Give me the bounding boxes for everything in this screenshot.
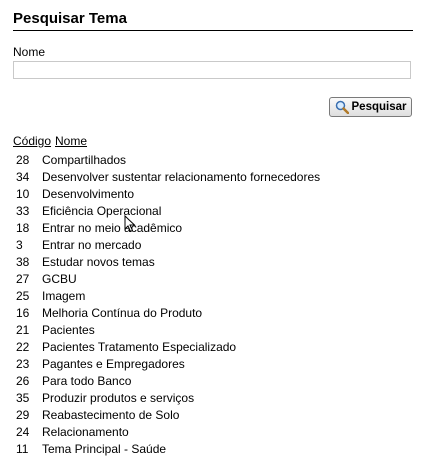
row-name[interactable]: GCBU [42,271,77,288]
row-name[interactable]: Reabastecimento de Solo [42,407,179,424]
row-code: 28 [16,153,30,167]
row-code: 11 [16,442,29,456]
table-row: 28 Compartilhados [13,152,433,169]
row-code: 29 [16,408,30,422]
table-row: 35 Produzir produtos e serviços [13,390,433,407]
table-row: 26 Para todo Banco [13,373,433,390]
row-name[interactable]: Para todo Banco [42,373,131,390]
table-row: 34 Desenvolver sustentar relacionamento f… [13,169,433,186]
row-code: 27 [16,272,30,286]
row-name[interactable]: Produzir produtos e serviços [42,390,194,407]
row-code: 22 [16,340,30,354]
row-name[interactable]: Relacionamento [42,424,129,441]
results-list: 28 Compartilhados 34 Desenvolver sustentar… [13,152,433,458]
row-code: 38 [16,255,30,269]
column-header-name[interactable]: Nome [55,134,87,148]
row-code: 25 [16,289,30,303]
row-code: 34 [16,170,30,184]
row-code: 23 [16,357,30,371]
table-row: 21 Pacientes [13,322,433,339]
row-name[interactable]: Pacientes [42,322,95,339]
name-input[interactable] [13,61,411,79]
page-title: Pesquisar Tema [13,9,413,31]
search-button[interactable]: Pesquisar [329,97,412,117]
row-name[interactable]: Tema Principal - Saúde [42,441,166,458]
row-code: 16 [16,306,30,320]
row-code: 26 [16,374,30,388]
table-row: 38 Estudar novos temas [13,254,433,271]
row-name[interactable]: Estudar novos temas [42,254,155,271]
row-name[interactable]: Pacientes Tratamento Especializado [42,339,236,356]
row-code: 35 [16,391,30,405]
table-row: 27 GCBU [13,271,433,288]
row-code: 3 [16,238,23,252]
row-code: 33 [16,204,30,218]
table-row: 33 Eficiência Operacional [13,203,433,220]
row-code: 10 [16,187,30,201]
row-name[interactable]: Entrar no mercado [42,237,141,254]
row-name[interactable]: Pagantes e Empregadores [42,356,185,373]
table-row: 16 Melhoria Contínua do Produto [13,305,433,322]
row-name[interactable]: Eficiência Operacional [42,203,161,220]
name-field-label: Nome [13,45,46,59]
table-row: 11 Tema Principal - Saúde [13,441,433,458]
table-row: 10 Desenvolvimento [13,186,433,203]
table-row: 25 Imagem [13,288,433,305]
row-name[interactable]: Desenvolvimento [42,186,134,203]
table-row: 24 Relacionamento [13,424,433,441]
table-row: 18 Entrar no meio acadêmico [13,220,433,237]
mouse-pointer-icon [124,215,136,233]
row-code: 24 [16,425,30,439]
table-row: 3 Entrar no mercado [13,237,433,254]
table-row: 22 Pacientes Tratamento Especializado [13,339,433,356]
row-name[interactable]: Melhoria Contínua do Produto [42,305,202,322]
row-code: 21 [16,323,30,337]
row-name[interactable]: Compartilhados [42,152,126,169]
search-button-label: Pesquisar [351,101,407,113]
row-name[interactable]: Desenvolver sustentar relacionamento for… [42,169,320,186]
table-row: 23 Pagantes e Empregadores [13,356,433,373]
row-code: 18 [16,221,30,235]
magnifier-icon [335,100,349,115]
row-name[interactable]: Imagem [42,288,85,305]
table-row: 29 Reabastecimento de Solo [13,407,433,424]
column-header-code[interactable]: Código [13,134,51,148]
row-name[interactable]: Entrar no meio acadêmico [42,220,182,237]
